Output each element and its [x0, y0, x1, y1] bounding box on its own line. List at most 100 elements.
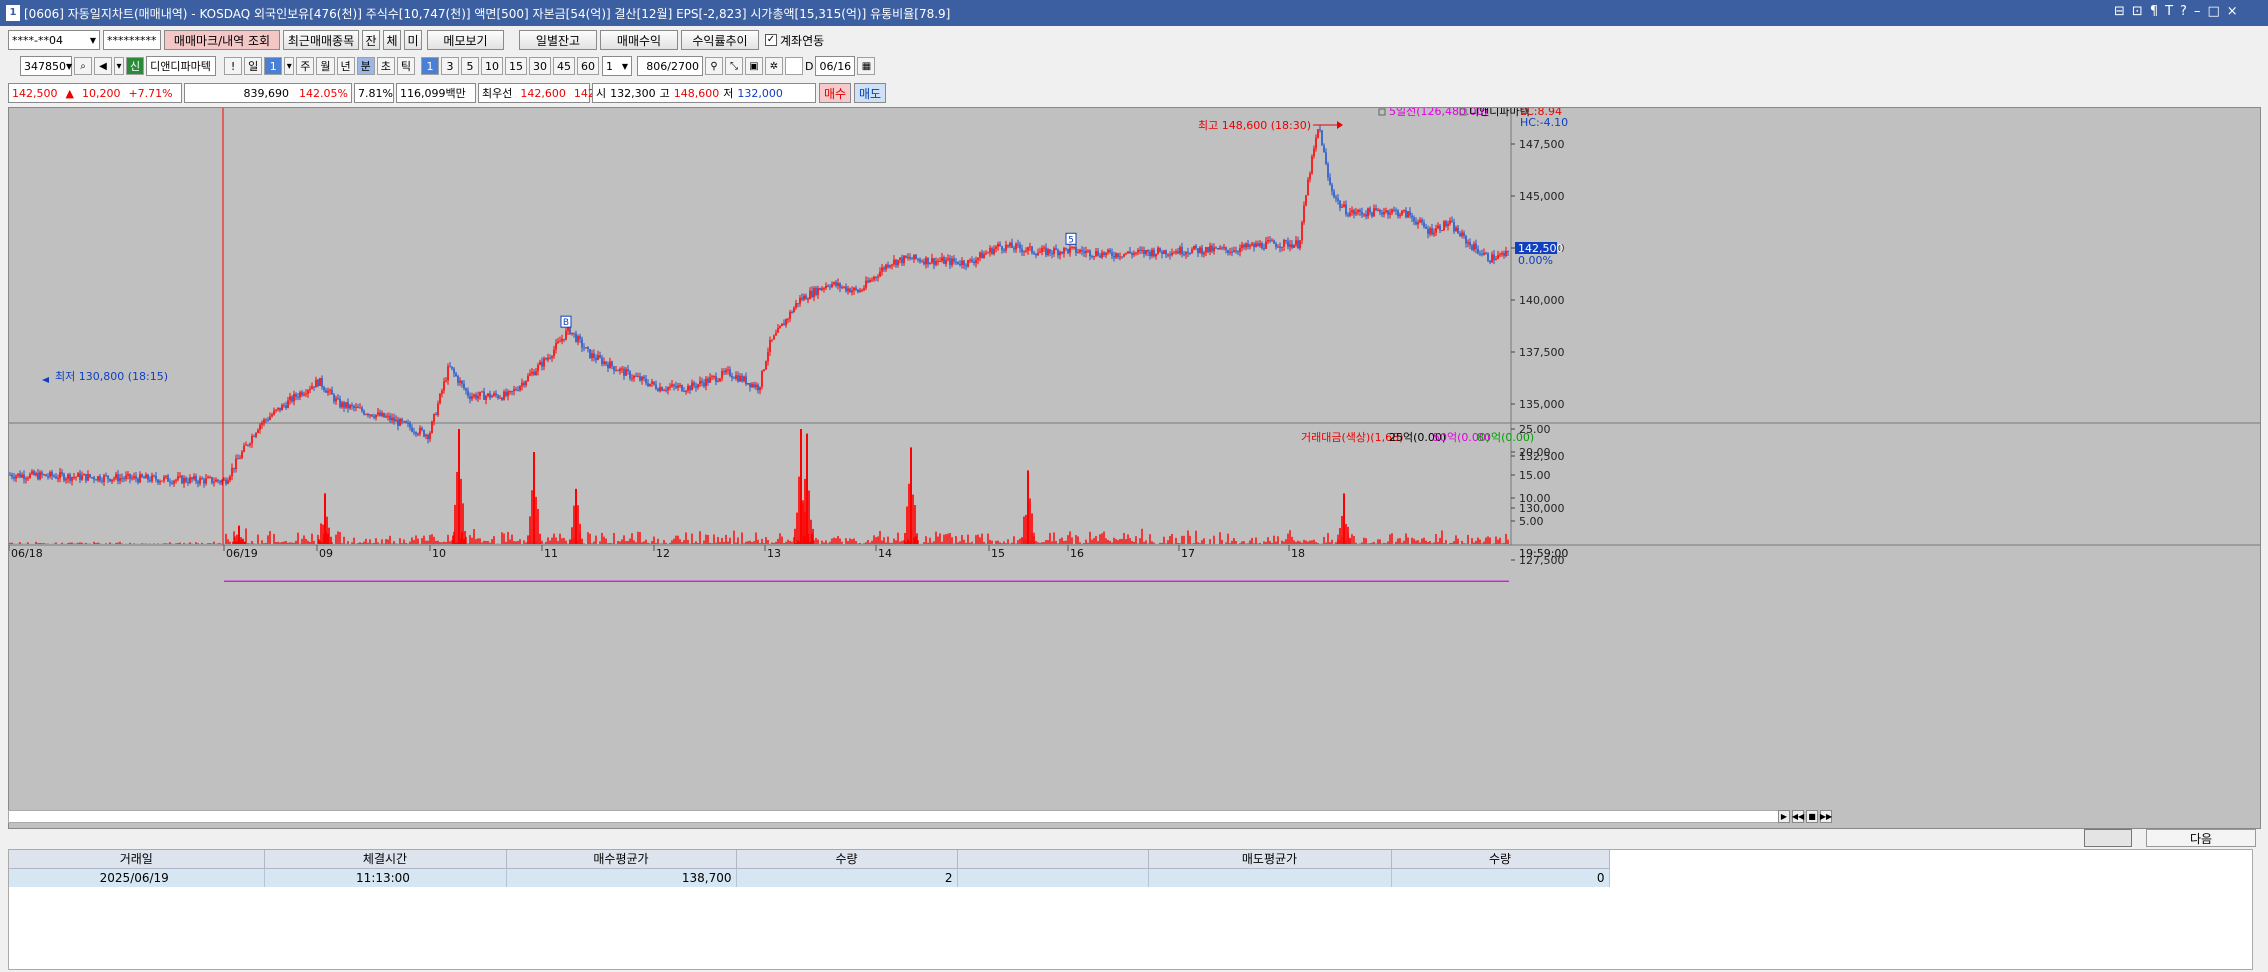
volume-bar: [437, 540, 439, 544]
candle-body: [111, 479, 113, 482]
volume-bar: [717, 537, 719, 544]
candle-body: [747, 382, 749, 385]
minute-1-button[interactable]: 1: [421, 57, 439, 75]
return-trend-button[interactable]: 수익률추이: [681, 30, 759, 50]
candle-body: [695, 385, 697, 388]
chevron-down-icon[interactable]: ▾: [284, 57, 295, 75]
prev-page-button[interactable]: [2084, 829, 2132, 847]
period-week-button[interactable]: 주: [296, 57, 315, 75]
period-tick-button[interactable]: 틱: [396, 57, 415, 75]
chart-canvas[interactable]: 147,500145,000142,500140,000137,500135,0…: [9, 108, 2260, 828]
alert-button[interactable]: !: [224, 57, 243, 75]
calendar-icon[interactable]: ▦: [857, 57, 876, 75]
scroll-right-icon[interactable]: ▶: [1778, 810, 1790, 823]
trade-profit-button[interactable]: 매매수익: [600, 30, 678, 50]
candle-body: [637, 376, 639, 378]
volume-bar: [177, 543, 179, 544]
candle-body: [45, 474, 47, 477]
range-field[interactable]: 806/2700: [637, 56, 703, 76]
expand-icon[interactable]: ⤡: [725, 57, 743, 75]
executed-button[interactable]: 체: [383, 30, 401, 50]
volume-bar: [677, 535, 679, 544]
minute-30-button[interactable]: 30: [529, 57, 551, 75]
volume-bar: [1329, 542, 1331, 544]
trade-mark-query-button[interactable]: 매매마크/내역 조회: [164, 30, 280, 50]
low-annotation: 최저 130,800 (18:15): [55, 370, 168, 383]
candle-body: [1407, 211, 1409, 218]
candle-body: [815, 287, 817, 295]
chart-toolbar: 347850 ▼ ⌕ ◀ ▾ 신 디앤디파마텍 ! 일 1 ▾ 주 월 년 분 초…: [0, 55, 2268, 77]
candle-body: [1421, 219, 1423, 223]
minimize-icon[interactable]: –: [2194, 4, 2201, 19]
settings-icon[interactable]: ✲: [765, 57, 783, 75]
search-icon[interactable]: ⌕: [74, 57, 92, 75]
font-icon[interactable]: T: [2165, 4, 2173, 19]
volume-bar: [219, 543, 221, 544]
stop-icon[interactable]: ■: [1806, 810, 1818, 823]
candle-body: [195, 476, 197, 482]
buy-button[interactable]: 매수: [819, 83, 851, 103]
memo-view-button[interactable]: 메모보기: [427, 30, 504, 50]
rewind-icon[interactable]: ◀◀: [1792, 810, 1804, 823]
chevron-down-icon[interactable]: ▾: [114, 57, 124, 75]
account-link-toggle[interactable]: ✓ 계좌연동: [765, 32, 824, 49]
speaker-icon[interactable]: ◀: [94, 57, 112, 75]
candle-body: [597, 355, 599, 360]
minute-5-button[interactable]: 5: [461, 57, 479, 75]
candle-body: [1293, 244, 1295, 248]
sell-button[interactable]: 매도: [854, 83, 886, 103]
candle-body: [781, 323, 783, 327]
minute-10-button[interactable]: 10: [481, 57, 503, 75]
period-second-button[interactable]: 초: [376, 57, 395, 75]
period-day-button[interactable]: 일: [244, 57, 263, 75]
zoom-icon[interactable]: ⚲: [705, 57, 723, 75]
next-button[interactable]: 다음: [2146, 829, 2256, 847]
candle-body: [797, 303, 799, 305]
candlestick-chart[interactable]: 147,500145,000142,500140,000137,500135,0…: [8, 107, 2261, 829]
maximize-icon[interactable]: □: [2207, 4, 2219, 19]
save-icon[interactable]: ▣: [745, 57, 763, 75]
period-year-button[interactable]: 년: [336, 57, 355, 75]
quote-bar: 142,500 ▲ 10,200 +7.71% 839,690 142.05% …: [0, 82, 2268, 104]
checkbox-checked-icon[interactable]: ✓: [765, 34, 777, 46]
candle-body: [667, 387, 669, 391]
password-field[interactable]: *********: [103, 30, 161, 50]
volume-tick-label: 15.00: [1519, 469, 1551, 482]
balance-button[interactable]: 잔: [362, 30, 380, 50]
table-row[interactable]: 2025/06/19 11:13:00 138,700 2 0: [9, 868, 1610, 887]
period-month-button[interactable]: 월: [316, 57, 335, 75]
volume-bar: [1275, 541, 1277, 544]
candle-body: [1317, 129, 1319, 138]
candle-body: [605, 361, 607, 365]
minute-45-button[interactable]: 45: [553, 57, 575, 75]
fast-forward-icon[interactable]: ▶▶: [1820, 810, 1832, 823]
candle-body: [1173, 252, 1175, 254]
chart-scrollbar[interactable]: [8, 810, 1780, 823]
help-icon[interactable]: ?: [2180, 4, 2187, 19]
stock-code-input[interactable]: 347850 ▼: [20, 56, 72, 76]
candle-body: [727, 369, 729, 371]
candle-body: [1489, 260, 1491, 263]
minute-60-button[interactable]: 60: [577, 57, 599, 75]
account-select[interactable]: ****-**04 ▼: [8, 30, 100, 50]
candle-body: [497, 395, 499, 398]
candle-body: [1177, 251, 1179, 254]
unfilled-button[interactable]: 미: [404, 30, 422, 50]
candle-body: [927, 257, 929, 265]
date-checkbox[interactable]: [785, 57, 803, 75]
pin-icon[interactable]: ¶: [2150, 4, 2158, 19]
candle-body: [39, 472, 41, 480]
close-icon[interactable]: ×: [2227, 4, 2238, 19]
period-count-input[interactable]: 1: [264, 57, 283, 75]
daily-balance-button[interactable]: 일별잔고: [519, 30, 597, 50]
volume-bar: [489, 542, 491, 544]
snap-icon[interactable]: ⊟: [2114, 4, 2125, 19]
minute-3-button[interactable]: 3: [441, 57, 459, 75]
custom-count-input[interactable]: 1 ▼: [602, 56, 632, 76]
minute-15-button[interactable]: 15: [505, 57, 527, 75]
recent-trades-button[interactable]: 최근매매종목: [283, 30, 359, 50]
restore-group-icon[interactable]: ⊡: [2132, 4, 2143, 19]
best-quote-box: 최우선 142,600 142,500: [478, 83, 619, 103]
date-input[interactable]: 06/16: [815, 56, 856, 76]
period-minute-button[interactable]: 분: [356, 57, 375, 75]
